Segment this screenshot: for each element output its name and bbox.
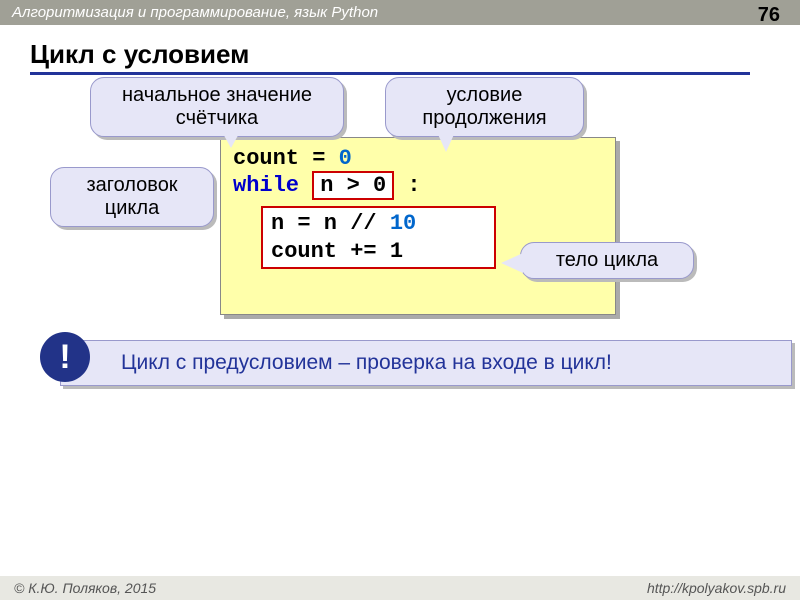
callout-body: тело цикла (520, 242, 694, 279)
body1-num: 10 (390, 211, 416, 236)
slide-title: Цикл с условием (30, 39, 750, 75)
callout-init: начальное значение счётчика (90, 77, 344, 137)
body-line-2: count += 1 (271, 238, 486, 266)
code-line-assign: count = 0 (233, 146, 603, 171)
assign-rhs: 0 (339, 146, 352, 171)
footer-copyright: © К.Ю. Поляков, 2015 (14, 580, 156, 596)
callout-cond: условие продолжения (385, 77, 584, 137)
colon: : (394, 173, 420, 198)
assign-lhs: count = (233, 146, 339, 171)
page-number: 76 (758, 4, 780, 27)
slide-footer: © К.Ю. Поляков, 2015 http://kpolyakov.sp… (0, 576, 800, 600)
callout-init-text: начальное значение счётчика (122, 84, 312, 129)
condition-box: n > 0 (312, 171, 394, 200)
callout-head-text: заголовок цикла (86, 174, 177, 219)
body1-text: n = n // (271, 211, 390, 236)
callout-body-text: тело цикла (556, 249, 658, 271)
code-block: count = 0 while n > 0 : n = n // 10 coun… (220, 137, 616, 315)
note-text: Цикл с предусловием – проверка на входе … (121, 351, 612, 374)
code-line-while: while n > 0 : (233, 171, 603, 200)
loop-body-box: n = n // 10 count += 1 (261, 206, 496, 269)
slide-header: Алгоритмизация и программирование, язык … (0, 0, 800, 25)
body-line-1: n = n // 10 (271, 210, 486, 238)
callout-head: заголовок цикла (50, 167, 214, 227)
while-keyword: while (233, 173, 299, 198)
condition-text: n > 0 (320, 173, 386, 198)
note-box: Цикл с предусловием – проверка на входе … (60, 340, 792, 386)
note-bang-icon: ! (40, 332, 90, 382)
footer-url: http://kpolyakov.spb.ru (647, 580, 786, 596)
course-title: Алгоритмизация и программирование, язык … (12, 4, 378, 21)
callout-cond-text: условие продолжения (422, 84, 546, 129)
